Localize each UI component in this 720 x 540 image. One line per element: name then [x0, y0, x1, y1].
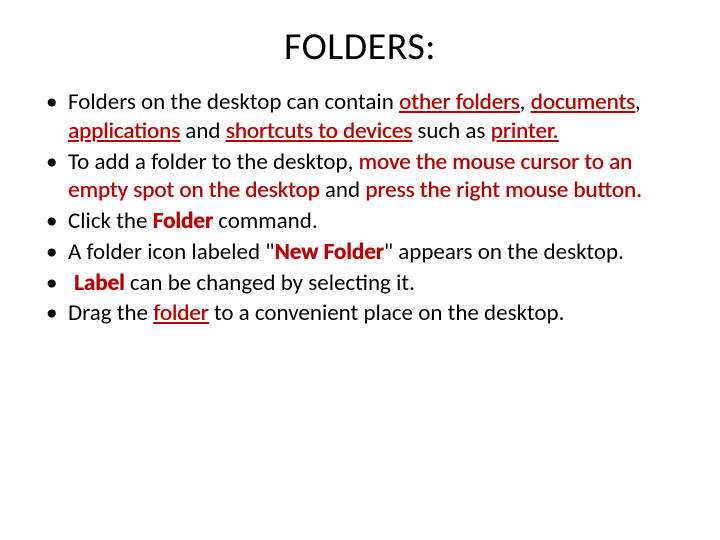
bullet-6: Drag the folder to a convenient place on…: [40, 299, 680, 328]
bullet-4: A folder icon labeled "New Folder" appea…: [40, 238, 680, 267]
bullet-2: To add a folder to the desktop, move the…: [40, 148, 680, 206]
text: ,: [635, 88, 641, 116]
bullet-5: Label can be changed by selecting it.: [40, 269, 680, 298]
text: ,: [520, 88, 531, 116]
text: To add a folder to the desktop,: [68, 148, 359, 176]
text: " appears on the desktop.: [384, 238, 624, 266]
highlight-printer: printer.: [491, 117, 559, 145]
highlight-new-folder: New Folder: [274, 238, 383, 266]
text: Folders on the desktop can contain: [68, 88, 399, 116]
bullet-3: Click the Folder command.: [40, 207, 680, 236]
text: Click the: [68, 207, 153, 235]
highlight-documents: documents: [531, 88, 635, 116]
text: such as: [412, 117, 491, 145]
text: Drag the: [68, 299, 153, 327]
text: command.: [213, 207, 318, 235]
highlight-right-click: press the right mouse button.: [365, 176, 642, 204]
text: to a convenient place on the desktop.: [209, 299, 565, 327]
highlight-shortcuts: shortcuts to devices: [226, 117, 412, 145]
highlight-applications: applications: [68, 117, 180, 145]
bullet-list: Folders on the desktop can contain other…: [40, 88, 680, 328]
slide-title: FOLDERS:: [40, 24, 680, 70]
text: can be changed by selecting it.: [125, 269, 415, 297]
highlight-folder-cmd: Folder: [153, 207, 213, 235]
text: and: [320, 176, 366, 204]
highlight-folder: folder: [153, 299, 209, 327]
highlight-label: Label: [74, 269, 125, 297]
text: A folder icon labeled ": [68, 238, 274, 266]
slide: FOLDERS: Folders on the desktop can cont…: [0, 0, 720, 540]
highlight-other-folders: other folders: [399, 88, 520, 116]
text: and: [180, 117, 226, 145]
bullet-1: Folders on the desktop can contain other…: [40, 88, 680, 146]
